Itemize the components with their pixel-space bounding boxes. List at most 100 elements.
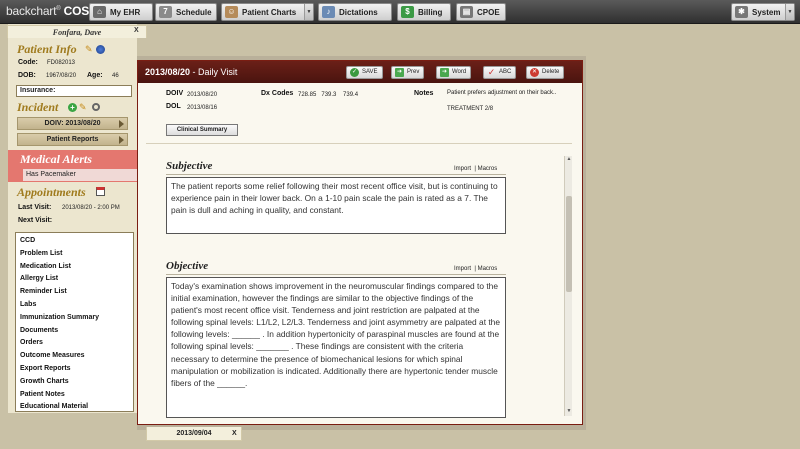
subjective-underline (166, 174, 506, 175)
last-visit-label: Last Visit: (18, 204, 52, 211)
objective-import-link[interactable]: Import (454, 266, 471, 272)
sidebar-item-growth-charts[interactable]: Growth Charts (20, 376, 129, 389)
dx-codes-label: Dx Codes (261, 90, 294, 97)
patient-charts-label: Patient Charts (242, 7, 297, 17)
sidebar-item-reminder-list[interactable]: Reminder List (20, 286, 129, 299)
delete-label: Delete (542, 69, 560, 75)
dol-label: DOL (166, 103, 181, 110)
top-nav-bar: backchart® COS ⌂ My EHR 7 Schedule ☺ Pat… (0, 0, 800, 24)
cpoe-button[interactable]: ▤ CPOE (456, 3, 506, 21)
billing-label: Billing (418, 7, 443, 17)
doiv-button-label: DOIV: 2013/08/20 (44, 120, 101, 127)
objective-links: Import | Macros (454, 266, 497, 272)
sidebar-item-orders[interactable]: Orders (20, 337, 129, 350)
globe-icon[interactable] (96, 45, 105, 54)
sidebar-item-allergy-list[interactable]: Allergy List (20, 273, 129, 286)
appointments-title: Appointments (17, 185, 86, 199)
visit-tab-2013-09-04[interactable]: 2013/09/04 (146, 427, 242, 441)
objective-macros-link[interactable]: Macros (478, 266, 498, 272)
arrow-right-icon: ➜ (440, 68, 449, 77)
system-label: System (752, 7, 781, 17)
close-icon: ✕ (530, 68, 539, 77)
patient-nav-list: CCD Problem List Medication List Allergy… (15, 232, 134, 412)
objective-title: Objective (166, 260, 209, 272)
billing-button[interactable]: $ Billing (397, 3, 451, 21)
dol-value: 2013/08/16 (187, 105, 218, 111)
save-label: SAVE (362, 69, 378, 75)
gear-icon: ✱ (735, 6, 748, 18)
sidebar-item-patient-notes[interactable]: Patient Notes (20, 389, 129, 402)
dob-value: 1967/08/20 (46, 73, 77, 79)
arrow-right-icon (119, 136, 124, 144)
sidebar-item-documents[interactable]: Documents (20, 325, 129, 338)
arrow-right-icon (119, 120, 124, 128)
sidebar-item-ccd[interactable]: CCD (20, 235, 129, 248)
doiv-value: 2013/08/20 (187, 92, 218, 98)
my-ehr-button[interactable]: ⌂ My EHR (89, 3, 153, 21)
spellcheck-button[interactable]: ✓ ABC (483, 66, 517, 79)
doiv-label: DOIV (166, 90, 184, 97)
subjective-macros-link[interactable]: Macros (478, 166, 498, 172)
spellcheck-icon: ✓ (487, 67, 496, 77)
document-icon: ▤ (460, 6, 473, 18)
prev-button[interactable]: ➜ Prev (391, 66, 425, 79)
sidebar-item-educational-material[interactable]: Educational Material (20, 401, 129, 414)
chevron-down-icon[interactable]: ▼ (304, 4, 313, 20)
word-button[interactable]: ➜ Word (436, 66, 472, 79)
visit-header: 2013/08/20 - Daily Visit ✓ SAVE ➜ Prev ➜ Wo… (138, 61, 582, 83)
dictations-label: Dictations (339, 7, 378, 17)
add-icon[interactable]: + (68, 103, 77, 112)
objective-textarea[interactable]: Today's examination shows improvement in… (166, 277, 506, 418)
app-logo: backchart® COS (6, 4, 90, 18)
sidebar-item-outcome-measures[interactable]: Outcome Measures (20, 350, 129, 363)
sidebar-item-problem-list[interactable]: Problem List (20, 248, 129, 261)
pencil-icon[interactable]: ✎ (79, 103, 88, 112)
notes-scrollbar[interactable]: ▲ ▼ (564, 156, 572, 416)
objective-underline (166, 274, 506, 275)
patient-reports-label: Patient Reports (46, 136, 99, 143)
calendar-icon: 7 (159, 6, 172, 18)
clinical-summary-button[interactable]: Clinical Summary (166, 124, 238, 136)
pencil-icon[interactable]: ✎ (85, 45, 94, 54)
notes-label: Notes (414, 90, 434, 97)
age-label: Age: (87, 72, 103, 79)
patient-name-tab[interactable]: Fonfara, Dave (7, 25, 147, 38)
scroll-thumb[interactable] (566, 196, 572, 292)
sidebar-item-medication-list[interactable]: Medication List (20, 261, 129, 274)
close-visit-tab-icon[interactable]: X (232, 430, 237, 437)
chevron-down-icon[interactable]: ▼ (785, 4, 794, 20)
patient-info-title: Patient Info (17, 42, 77, 56)
my-ehr-label: My EHR (110, 7, 141, 17)
next-visit-label: Next Visit: (18, 217, 53, 224)
separator: | (474, 166, 476, 172)
sidebar-item-export-reports[interactable]: Export Reports (20, 363, 129, 376)
save-button[interactable]: ✓ SAVE (346, 66, 383, 79)
schedule-button[interactable]: 7 Schedule (155, 3, 217, 21)
close-patient-tab-icon[interactable]: X (134, 27, 139, 34)
dictations-button[interactable]: ♪ Dictations (318, 3, 392, 21)
scroll-up-icon[interactable]: ▲ (565, 156, 573, 164)
medical-alert-item: Has Pacemaker (23, 169, 137, 181)
cpoe-label: CPOE (477, 7, 500, 17)
sidebar-item-immunization-summary[interactable]: Immunization Summary (20, 312, 129, 325)
medical-alerts-panel: Medical Alerts Has Pacemaker (8, 150, 137, 182)
dob-label: DOB: (18, 72, 36, 79)
prev-label: Prev (407, 69, 420, 75)
scroll-down-icon[interactable]: ▼ (565, 408, 573, 416)
notes-value: Patient prefers adjustment on their back… (447, 90, 557, 96)
code-label: Code: (18, 59, 38, 66)
doiv-button[interactable]: DOIV: 2013/08/20 (17, 117, 128, 130)
system-button[interactable]: ✱ System ▼ (731, 3, 795, 21)
patient-charts-button[interactable]: ☺ Patient Charts ▼ (221, 3, 314, 21)
medical-alerts-title: Medical Alerts (20, 152, 92, 166)
patient-reports-button[interactable]: Patient Reports (17, 133, 128, 146)
word-label: Word (452, 69, 467, 75)
search-icon[interactable] (92, 103, 100, 111)
checkmark-icon: ✓ (350, 68, 359, 77)
arrow-right-icon: ➜ (395, 68, 404, 77)
calendar-icon[interactable] (96, 187, 105, 196)
delete-button[interactable]: ✕ Delete (526, 66, 565, 79)
subjective-import-link[interactable]: Import (454, 166, 471, 172)
sidebar-item-labs[interactable]: Labs (20, 299, 129, 312)
subjective-textarea[interactable]: The patient reports some relief followin… (166, 177, 506, 234)
